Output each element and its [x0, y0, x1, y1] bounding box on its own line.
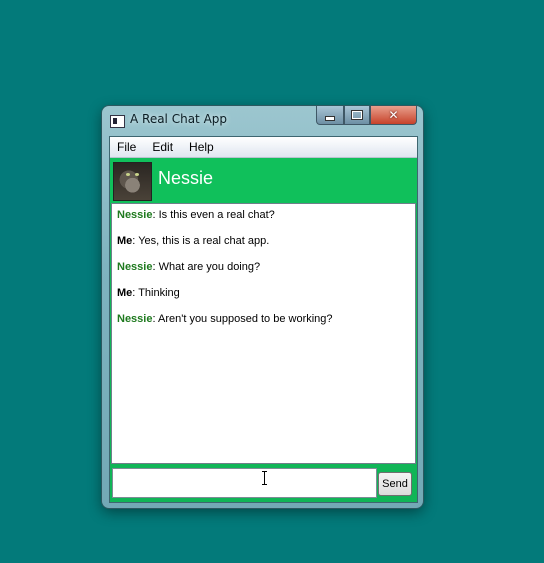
- maximize-icon: [351, 110, 363, 120]
- chat-message: Me: Yes, this is a real chat app.: [117, 235, 269, 247]
- menu-bar: File Edit Help: [110, 137, 417, 158]
- caption-buttons: ✕: [316, 106, 417, 125]
- close-button[interactable]: ✕: [370, 106, 417, 125]
- send-button[interactable]: Send: [378, 472, 412, 496]
- message-text: : Is this even a real chat?: [152, 209, 275, 221]
- title-bar[interactable]: A Real Chat App ✕: [102, 106, 423, 136]
- avatar: [113, 162, 152, 201]
- message-text: : Aren't you supposed to be working?: [152, 313, 333, 325]
- window-title: A Real Chat App: [130, 112, 228, 126]
- message-sender: Nessie: [117, 261, 153, 273]
- contact-name: Nessie: [158, 168, 214, 188]
- menu-help[interactable]: Help: [182, 140, 223, 154]
- close-icon: ✕: [388, 108, 399, 122]
- contact-header: Nessie: [110, 158, 417, 203]
- menu-edit[interactable]: Edit: [145, 140, 182, 154]
- text-cursor-icon: [262, 471, 267, 485]
- minimize-button[interactable]: [316, 106, 344, 125]
- message-text: : Yes, this is a real chat app.: [132, 235, 270, 247]
- chat-window: A Real Chat App ✕ File Edit Help Nessie …: [102, 106, 423, 508]
- menu-file[interactable]: File: [110, 140, 145, 154]
- message-sender: Me: [117, 235, 133, 247]
- message-text: : Thinking: [132, 287, 180, 299]
- chat-message: Nessie: What are you doing?: [117, 261, 260, 273]
- chat-message: Me: Thinking: [117, 287, 180, 299]
- chat-message: Nessie: Is this even a real chat?: [117, 209, 275, 221]
- minimize-icon: [325, 115, 335, 121]
- message-input[interactable]: [112, 468, 377, 498]
- chat-message: Nessie: Aren't you supposed to be workin…: [117, 313, 333, 325]
- message-sender: Nessie: [117, 209, 153, 221]
- message-sender: Me: [117, 287, 133, 299]
- client-area: File Edit Help Nessie Nessie: Is this ev…: [109, 136, 418, 503]
- app-icon: [110, 115, 125, 128]
- message-sender: Nessie: [117, 313, 153, 325]
- chat-log[interactable]: Nessie: Is this even a real chat? Me: Ye…: [111, 203, 416, 464]
- message-text: : What are you doing?: [152, 261, 261, 273]
- maximize-button[interactable]: [344, 106, 370, 125]
